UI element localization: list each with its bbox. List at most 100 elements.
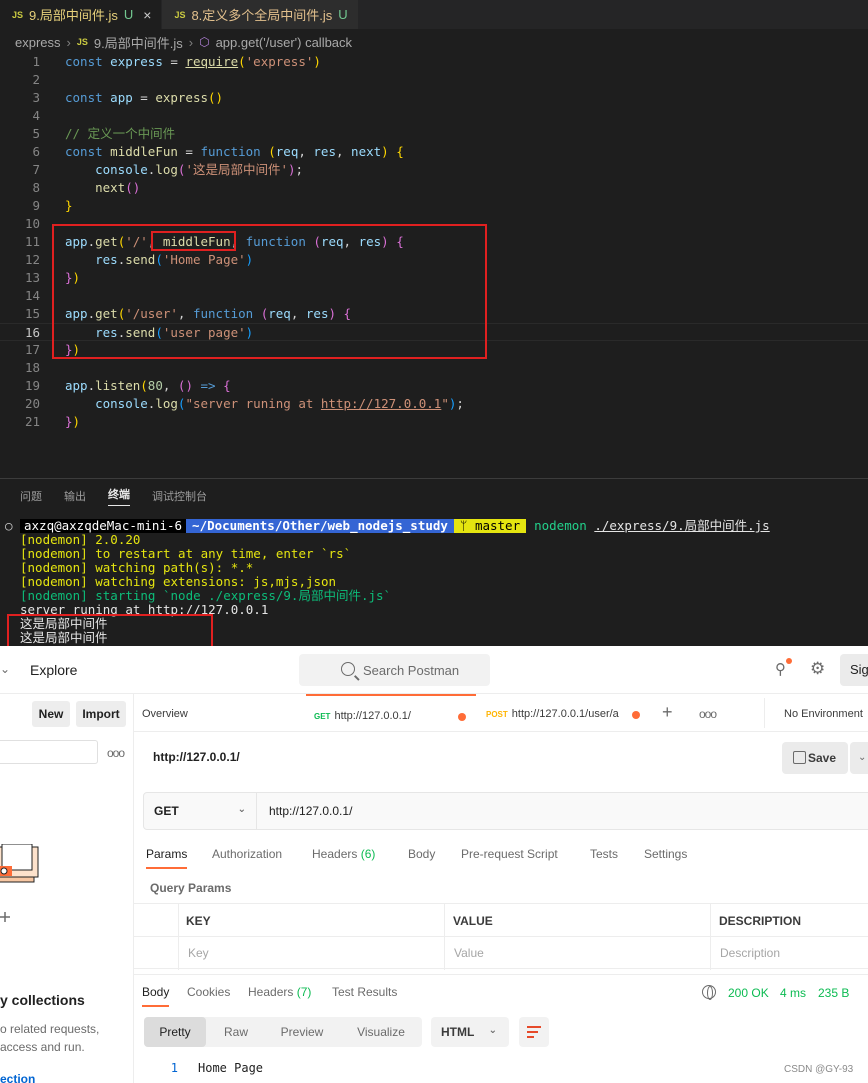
close-icon[interactable]: × xyxy=(143,7,151,23)
code-line: 21}) xyxy=(0,413,868,431)
new-button[interactable]: New xyxy=(32,701,70,727)
explore-link[interactable]: Explore xyxy=(30,662,77,678)
breadcrumb-folder[interactable]: express xyxy=(15,35,61,50)
column-header-key: KEY xyxy=(186,914,211,928)
format-raw-button[interactable]: Raw xyxy=(214,1017,258,1047)
key-input[interactable]: Key xyxy=(188,937,438,969)
headers-label: Headers xyxy=(312,847,358,861)
status-code[interactable]: 200 OK xyxy=(728,986,769,1000)
code-line: 3 const app = express() xyxy=(0,89,868,107)
tabs-more-icon[interactable]: ooo xyxy=(699,707,717,721)
tab-post-user[interactable]: POST http://127.0.0.1/user/a xyxy=(478,694,648,732)
line-number: 1 xyxy=(32,54,40,69)
more-options-icon[interactable]: ooo xyxy=(107,746,125,760)
environment-selector[interactable]: No Environment xyxy=(784,708,863,720)
method-label: GET xyxy=(154,804,179,818)
headers-count: (7) xyxy=(296,985,312,999)
divider xyxy=(444,904,445,970)
method-cube-icon: ⬡ xyxy=(199,35,210,49)
format-visualize-button[interactable]: Visualize xyxy=(344,1017,418,1047)
annotation-box-terminal-log xyxy=(7,614,213,648)
panel-tab-problems[interactable]: 问题 xyxy=(20,488,42,504)
panel-tab-output[interactable]: 输出 xyxy=(64,488,86,504)
code-line: 5// 定义一个中间件 xyxy=(0,125,868,143)
code-line: 6 const middleFun = function (req, res, n… xyxy=(0,143,868,161)
line-number: 19 xyxy=(24,378,40,393)
response-tab-cookies[interactable]: Cookies xyxy=(187,985,230,999)
chevron-down-icon[interactable]: ⌄ xyxy=(0,662,10,676)
import-button[interactable]: Import xyxy=(76,701,126,727)
editor-tab-local-middleware[interactable]: JS 9.局部中间件.js U × xyxy=(0,0,163,29)
response-time[interactable]: 4 ms xyxy=(780,986,806,1000)
editor-tab-global-middleware[interactable]: JS 8.定义多个全局中间件.js U xyxy=(162,0,359,29)
request-tab-bar: Overview GET http://127.0.0.1/ POST http:/… xyxy=(134,694,868,732)
line-number: 21 xyxy=(24,414,40,429)
prompt-user-host: axzq@axzqdeMac-mini-6 xyxy=(20,519,187,533)
save-options-chevron-icon[interactable]: ⌄ xyxy=(850,742,868,774)
csdn-watermark: CSDN @GY-93 xyxy=(784,1064,854,1075)
terminal-line: [nodemon] to restart at any time, enter … xyxy=(20,546,352,561)
chevron-down-icon: ⌄ xyxy=(237,804,246,815)
value-input[interactable]: Value xyxy=(454,937,704,969)
url-input[interactable]: http://127.0.0.1/ xyxy=(257,792,868,830)
tab-settings[interactable]: Settings xyxy=(644,847,687,861)
terminal-line: [nodemon] 2.0.20 xyxy=(20,532,141,547)
collections-illustration xyxy=(0,844,39,883)
search-placeholder: Search Postman xyxy=(363,662,460,678)
tab-prerequest-script[interactable]: Pre-request Script xyxy=(461,847,558,861)
chevron-right-icon: › xyxy=(188,34,194,50)
tab-get-root[interactable]: GET http://127.0.0.1/ xyxy=(306,694,476,732)
method-select[interactable]: GET ⌄ xyxy=(143,792,257,830)
tab-body[interactable]: Body xyxy=(408,847,435,861)
response-tab-body[interactable]: Body xyxy=(142,985,170,1007)
response-tab-headers[interactable]: Headers (7) xyxy=(248,985,311,999)
sign-in-button[interactable]: Sig xyxy=(840,654,868,686)
js-file-icon: JS xyxy=(76,37,88,47)
prompt-command-arg: ./express/9.局部中间件.js xyxy=(594,518,770,533)
request-title[interactable]: http://127.0.0.1/ xyxy=(153,750,240,764)
wrap-lines-icon[interactable] xyxy=(519,1017,549,1047)
tab-label: 8.定义多个全局中间件.js xyxy=(191,8,333,23)
globe-icon[interactable] xyxy=(702,985,716,1000)
save-disk-icon xyxy=(793,751,806,764)
code-line: 1 const express = require('express') xyxy=(0,53,868,71)
panel-tab-terminal[interactable]: 终端 xyxy=(108,486,130,506)
line-number: 10 xyxy=(24,216,40,231)
chevron-right-icon: › xyxy=(66,34,71,50)
tab-headers[interactable]: Headers (6) xyxy=(312,847,375,861)
terminal-line: [nodemon] watching path(s): *.* xyxy=(20,560,254,575)
line-number: 5 xyxy=(32,126,40,141)
panel-tab-debug-console[interactable]: 调试控制台 xyxy=(152,488,207,504)
line-number: 1 xyxy=(170,1061,178,1075)
satellite-icon[interactable]: ⚲ xyxy=(775,658,792,678)
terminal-line: [nodemon] watching extensions: js,mjs,js… xyxy=(20,574,337,589)
response-tab-test-results[interactable]: Test Results xyxy=(332,985,397,999)
query-params-title: Query Params xyxy=(150,881,232,895)
tab-url: http://127.0.0.1/ xyxy=(334,710,411,722)
tab-label: 9.局部中间件.js xyxy=(29,8,118,23)
search-input[interactable]: Search Postman xyxy=(299,654,490,686)
create-collection-link[interactable]: ection xyxy=(0,1072,35,1083)
format-pretty-button[interactable]: Pretty xyxy=(144,1017,206,1047)
save-button[interactable]: Save xyxy=(782,742,848,774)
response-size[interactable]: 235 B xyxy=(818,986,849,1000)
column-header-description: DESCRIPTION xyxy=(719,914,802,928)
line-number: 12 xyxy=(24,252,40,267)
tab-tests[interactable]: Tests xyxy=(590,847,618,861)
line-number: 20 xyxy=(24,396,40,411)
new-tab-plus-icon[interactable]: + xyxy=(662,702,673,723)
tab-overview[interactable]: Overview xyxy=(142,694,188,732)
code-line: 18 xyxy=(0,359,868,377)
format-preview-button[interactable]: Preview xyxy=(270,1017,334,1047)
tab-authorization[interactable]: Authorization xyxy=(212,847,282,861)
gear-icon[interactable]: ⚙ xyxy=(810,659,825,679)
annotation-box-middleware-arg xyxy=(151,231,236,251)
prompt-command: nodemon xyxy=(534,518,587,533)
language-select[interactable]: HTML ⌄ xyxy=(431,1017,509,1047)
breadcrumb-symbol[interactable]: app.get('/user') callback xyxy=(216,35,352,50)
breadcrumb-file[interactable]: 9.局部中间件.js xyxy=(94,33,183,52)
tab-params[interactable]: Params xyxy=(146,847,188,869)
line-number: 13 xyxy=(24,270,40,285)
collection-filter-input[interactable] xyxy=(0,740,98,764)
description-input[interactable]: Description xyxy=(720,937,868,969)
